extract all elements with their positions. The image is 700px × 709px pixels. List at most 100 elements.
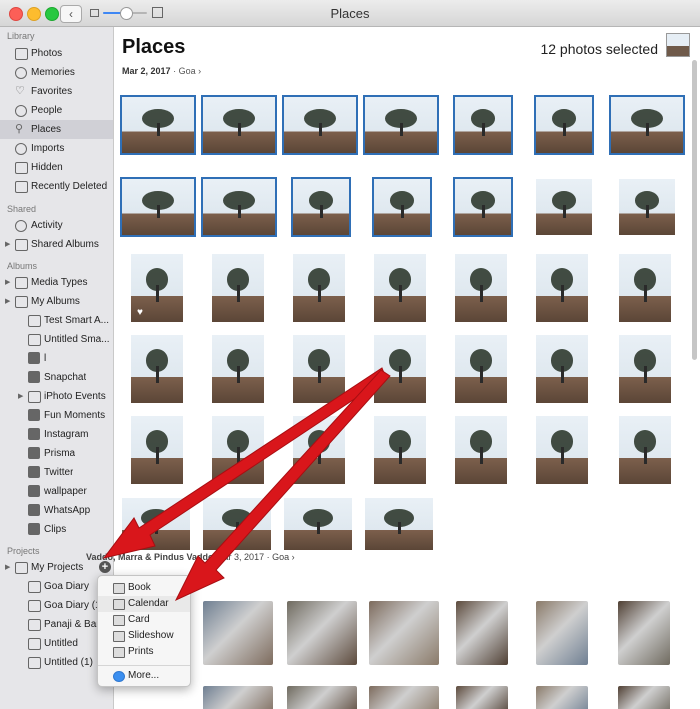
sidebar-item[interactable]: Hidden (0, 158, 113, 177)
sidebar-item[interactable]: Activity (0, 216, 113, 235)
photo-thumbnail[interactable] (131, 416, 183, 484)
photo-thumbnail-selected[interactable] (534, 95, 594, 155)
sidebar-item-label: My Projects (31, 562, 84, 573)
add-project-button[interactable]: + (99, 561, 111, 573)
disclosure-triangle-icon[interactable]: ▶ (5, 297, 10, 305)
photo-thumbnail[interactable] (618, 686, 670, 709)
sidebar-item[interactable]: ♡ Favorites (0, 82, 113, 101)
photo-thumbnail[interactable] (369, 686, 439, 709)
photo-thumbnail[interactable] (365, 498, 433, 550)
photo-thumbnail[interactable] (536, 335, 588, 403)
photo-thumbnail[interactable] (456, 601, 508, 665)
photo-thumbnail[interactable] (619, 179, 675, 235)
photo-thumbnail[interactable] (455, 254, 507, 322)
sidebar-item[interactable]: Prisma (0, 444, 113, 463)
photo-thumbnail[interactable] (212, 335, 264, 403)
photo-thumbnail[interactable] (131, 335, 183, 403)
sidebar-item[interactable]: Fun Moments (0, 406, 113, 425)
photo-thumbnail[interactable] (455, 416, 507, 484)
photo-thumbnail[interactable] (456, 686, 508, 709)
menu-item-prints[interactable]: Prints (98, 644, 190, 660)
sidebar-item[interactable]: WhatsApp (0, 501, 113, 520)
photo-thumbnail[interactable] (212, 254, 264, 322)
sidebar-item[interactable]: Instagram (0, 425, 113, 444)
menu-item-calendar[interactable]: Calendar (98, 596, 190, 612)
photo-thumbnail[interactable] (293, 254, 345, 322)
menu-item-card[interactable]: Card (98, 612, 190, 628)
photo-thumbnail[interactable] (293, 335, 345, 403)
photo-thumbnail[interactable] (536, 254, 588, 322)
selection-status: 12 photos selected (540, 41, 658, 57)
photo-thumbnail[interactable]: ♥ (131, 254, 183, 322)
disclosure-triangle-icon[interactable]: ▶ (5, 563, 10, 571)
photo-thumbnail[interactable] (284, 498, 352, 550)
photo-thumbnail[interactable] (374, 254, 426, 322)
disclosure-triangle-icon[interactable]: ▶ (5, 278, 10, 286)
photo-thumbnail-selected[interactable] (372, 177, 432, 237)
photo-thumbnail[interactable] (536, 179, 592, 235)
sidebar-item[interactable]: Test Smart A... (0, 311, 113, 330)
photo-thumbnail[interactable] (287, 686, 357, 709)
sidebar-item[interactable]: Memories (0, 63, 113, 82)
photo-thumbnail-selected[interactable] (282, 95, 358, 155)
sidebar-item[interactable]: l (0, 349, 113, 368)
photo-thumbnail[interactable] (618, 601, 670, 665)
photo-thumbnail[interactable] (374, 335, 426, 403)
sidebar-item[interactable]: ▶ Shared Albums (0, 235, 113, 254)
moment-location-2[interactable]: Goa (272, 552, 289, 562)
photo-thumbnail[interactable] (619, 416, 671, 484)
sidebar-item[interactable]: Clips (0, 520, 113, 539)
sidebar-item[interactable]: People (0, 101, 113, 120)
photo-thumbnail[interactable] (536, 416, 588, 484)
favorite-heart-icon: ♥ (137, 307, 143, 318)
photo-thumbnail[interactable] (287, 601, 357, 665)
photo-thumbnail[interactable] (203, 601, 273, 665)
menu-item-slideshow[interactable]: Slideshow (98, 628, 190, 644)
photo-thumbnail[interactable] (536, 601, 588, 665)
sidebar-item[interactable]: ▶ Media Types (0, 273, 113, 292)
photo-thumbnail[interactable] (374, 416, 426, 484)
photo-thumbnail-selected[interactable] (609, 95, 685, 155)
moment-location[interactable]: Goa (179, 66, 196, 76)
photo-thumbnail-selected[interactable] (453, 177, 513, 237)
menu-item-book[interactable]: Book (98, 580, 190, 596)
scrollbar[interactable] (692, 60, 697, 360)
photo-thumbnail-selected[interactable] (291, 177, 351, 237)
photo-thumbnail[interactable] (369, 601, 439, 665)
photo-thumbnail-selected[interactable] (201, 177, 277, 237)
app-store-icon (113, 671, 125, 682)
photo-thumbnail[interactable] (122, 498, 190, 550)
sidebar-item[interactable]: ▶ iPhoto Events (0, 387, 113, 406)
menu-item-more[interactable]: More... (98, 668, 190, 684)
moment-header[interactable]: Mar 2, 2017 · Goa › (122, 66, 201, 76)
separator-dot: · (266, 552, 270, 562)
sidebar-item[interactable]: Snapchat (0, 368, 113, 387)
sidebar-item[interactable]: wallpaper (0, 482, 113, 501)
moment-header-2[interactable]: Vaddo, Marra & Pindus Vaddo Mar 3, 2017 … (86, 552, 295, 562)
sidebar-item[interactable]: ▶ My Albums (0, 292, 113, 311)
chevron-right-icon: › (291, 552, 295, 562)
sidebar-item[interactable]: Twitter (0, 463, 113, 482)
photo-thumbnail[interactable] (619, 335, 671, 403)
sidebar-item[interactable]: ⚲ Places (0, 120, 113, 139)
folder-icon (15, 562, 28, 574)
photo-thumbnail-selected[interactable] (120, 95, 196, 155)
photo-thumbnail-selected[interactable] (363, 95, 439, 155)
photo-thumbnail[interactable] (203, 498, 271, 550)
photo-thumbnail[interactable] (536, 686, 588, 709)
photo-thumbnail[interactable] (293, 416, 345, 484)
sidebar-item[interactable]: Imports (0, 139, 113, 158)
photo-thumbnail[interactable] (212, 416, 264, 484)
photo-thumbnail-selected[interactable] (120, 177, 196, 237)
sidebar-item[interactable]: Photos (0, 44, 113, 63)
photo-thumbnail-selected[interactable] (201, 95, 277, 155)
disclosure-triangle-icon[interactable]: ▶ (18, 392, 23, 400)
sidebar-item[interactable]: Untitled Sma... (0, 330, 113, 349)
photo-thumbnail-selected[interactable] (453, 95, 513, 155)
photo-thumbnail[interactable] (203, 686, 273, 709)
disclosure-triangle-icon[interactable]: ▶ (5, 240, 10, 248)
sidebar-item[interactable]: Recently Deleted (0, 177, 113, 196)
photo-thumbnail[interactable] (455, 335, 507, 403)
sidebar-item-label: Panaji & Barc (44, 619, 105, 630)
photo-thumbnail[interactable] (619, 254, 671, 322)
